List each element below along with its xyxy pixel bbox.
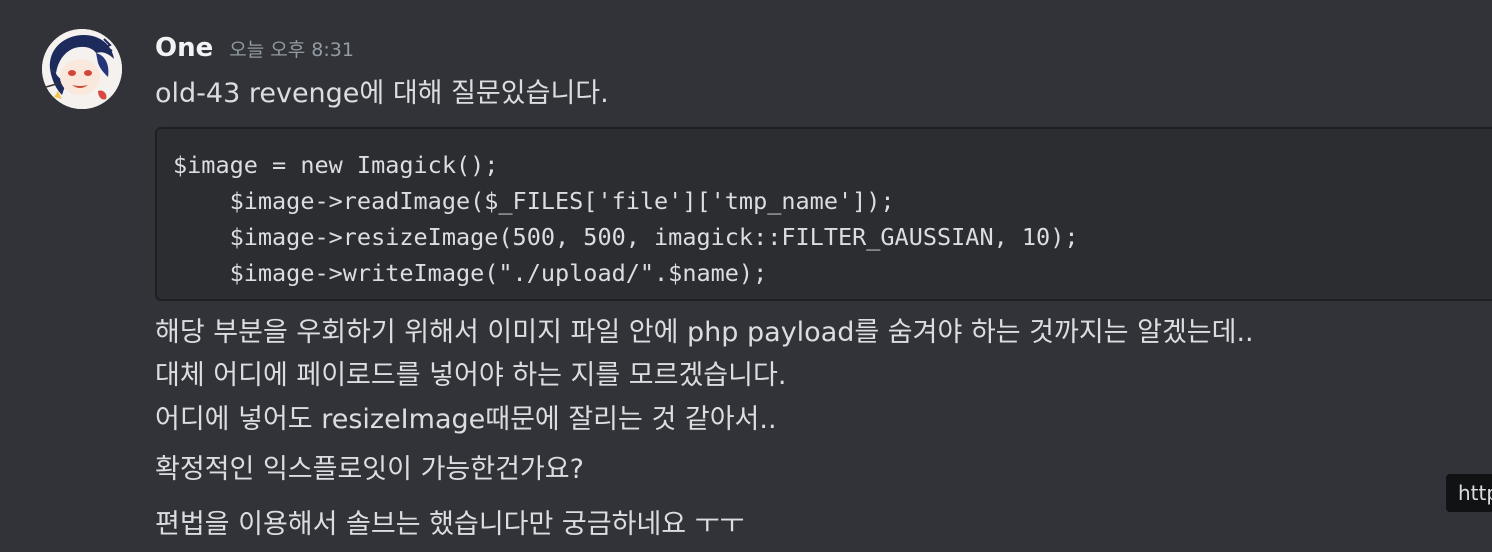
message-line-6: 편법을 이용해서 솔브는 했습니다만 궁금하네요 ㅜㅜ [155, 509, 745, 540]
username[interactable]: One [155, 33, 213, 63]
code-line-4: $image->writeImage("./upload/".$name); [173, 259, 768, 287]
code-line-1: $image = new Imagick(); [173, 151, 499, 179]
code-block: $image = new Imagick(); $image->readImag… [155, 127, 1492, 301]
link-tooltip: http [1446, 474, 1492, 512]
message-line-4: 어디에 넣어도 resizeImage때문에 잘리는 것 같아서.. [155, 404, 777, 435]
code-line-2: $image->readImage($_FILES['file']['tmp_n… [173, 187, 895, 215]
anime-character-avatar-icon [42, 29, 122, 109]
code-line-3: $image->resizeImage(500, 500, imagick::F… [173, 223, 1079, 251]
chat-message: One 오늘 오후 8:31 old-43 revenge에 대해 질문있습니다… [0, 0, 1492, 552]
message-header: One 오늘 오후 8:31 [155, 33, 354, 65]
message-line-3: 대체 어디에 페이로드를 넣어야 하는 지를 모르겠습니다. [155, 360, 787, 391]
message-line-2: 해당 부분을 우회하기 위해서 이미지 파일 안에 php payload를 숨… [155, 317, 1254, 348]
timestamp: 오늘 오후 8:31 [229, 39, 354, 61]
message-line-1: old-43 revenge에 대해 질문있습니다. [155, 78, 609, 109]
avatar[interactable] [42, 29, 122, 109]
message-line-5: 확정적인 익스플로잇이 가능한건가요? [155, 454, 584, 485]
